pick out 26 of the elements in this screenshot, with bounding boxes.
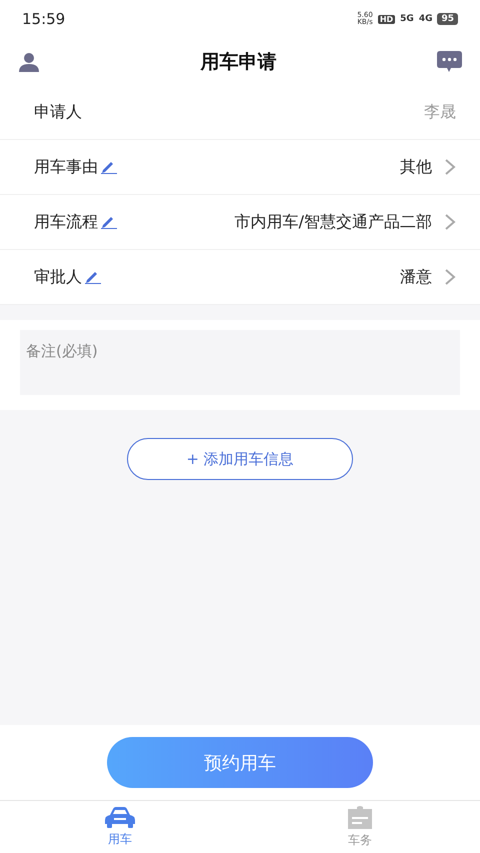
clock-time: 15:59 (22, 10, 66, 28)
car-icon (104, 806, 136, 828)
remarks-field[interactable]: 备注(必填) (20, 330, 460, 395)
battery-level: 95 (437, 13, 458, 25)
field-value[interactable]: 市内用车/智慧交通产品二部 (234, 212, 432, 232)
field-label: 用车事由 (34, 156, 98, 178)
form-row[interactable]: 用车流程 市内用车/智慧交通产品二部 (0, 195, 480, 250)
chevron-right-icon (444, 269, 456, 285)
field-label: 用车流程 (34, 212, 98, 232)
chevron-right-icon (444, 159, 456, 175)
form-row[interactable]: 审批人 潘意 (0, 250, 480, 305)
network-type: 4G (418, 14, 432, 24)
chat-icon[interactable] (437, 51, 462, 72)
user-icon[interactable] (18, 52, 40, 72)
field-value[interactable]: 其他 (400, 156, 432, 178)
add-vehicle-info-button[interactable]: + 添加用车信息 (127, 438, 353, 480)
network-type: 5G (400, 14, 414, 24)
field-value: 李晟 (424, 102, 456, 122)
field-value[interactable]: 潘意 (400, 266, 432, 288)
field-label: 申请人 (34, 102, 82, 122)
form-row[interactable]: 用车事由 其他 (0, 140, 480, 195)
field-label: 审批人 (34, 266, 82, 288)
page-title: 用车申请 (200, 50, 276, 74)
chevron-right-icon (444, 214, 456, 230)
clipboard-icon (346, 805, 374, 829)
hd-indicator: HD (378, 14, 396, 24)
